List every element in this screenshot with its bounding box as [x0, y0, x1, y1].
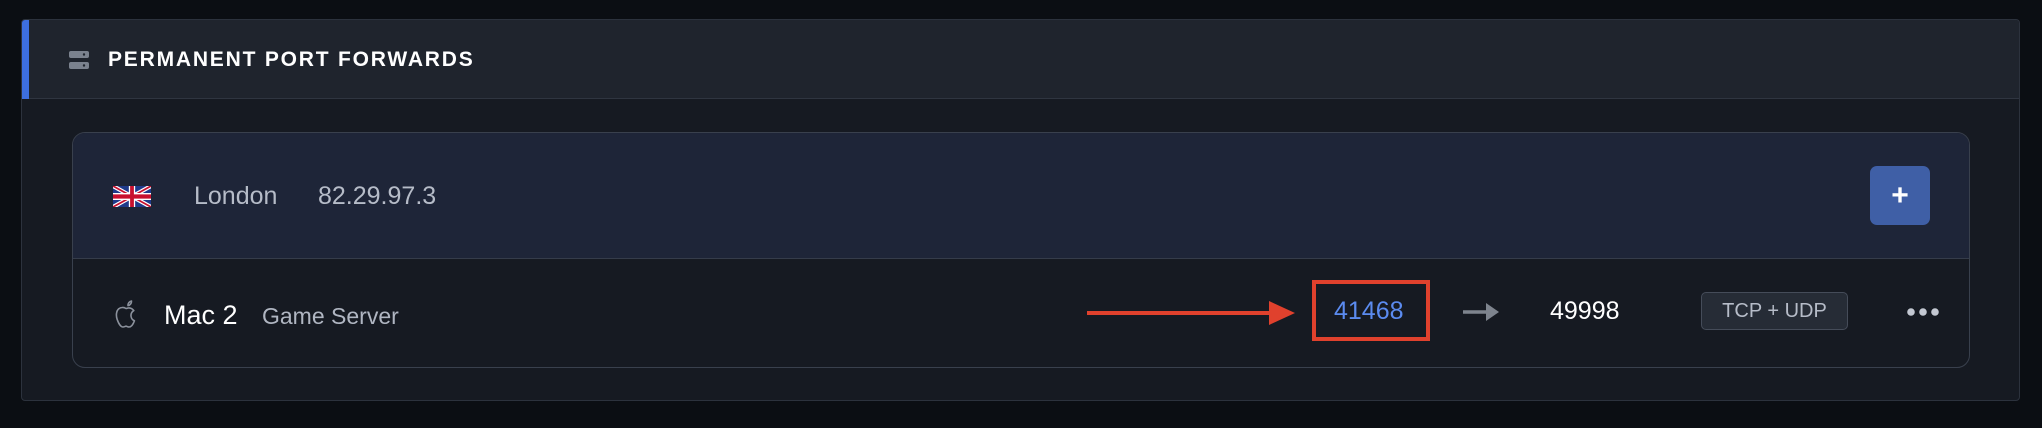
forward-label: Game Server [262, 303, 399, 329]
port-forwards-panel: PERMANENT PORT FORWARDS London 82.29.97.… [21, 19, 2020, 401]
location-name: London [194, 182, 278, 210]
location-header: London 82.29.97.3 + [73, 133, 1969, 259]
location-ip: 82.29.97.3 [318, 182, 437, 210]
forward-arrow-icon [1463, 303, 1499, 321]
add-forward-button[interactable]: + [1870, 166, 1930, 225]
accent-bar [22, 20, 29, 99]
device-name: Mac 2 [164, 300, 238, 330]
ellipsis-icon[interactable] [1903, 299, 1943, 325]
external-port[interactable]: 41468 [1334, 296, 1404, 326]
panel-header: PERMANENT PORT FORWARDS [22, 20, 2019, 99]
apple-icon [115, 300, 136, 328]
uk-flag-icon [113, 186, 151, 207]
server-icon [69, 51, 89, 69]
red-arrow-icon [1087, 301, 1295, 325]
panel-title: PERMANENT PORT FORWARDS [108, 48, 475, 71]
location-card: London 82.29.97.3 + Mac 2 Game Server 41… [72, 132, 1970, 368]
internal-port: 49998 [1550, 297, 1620, 325]
protocol-badge: TCP + UDP [1701, 292, 1848, 330]
